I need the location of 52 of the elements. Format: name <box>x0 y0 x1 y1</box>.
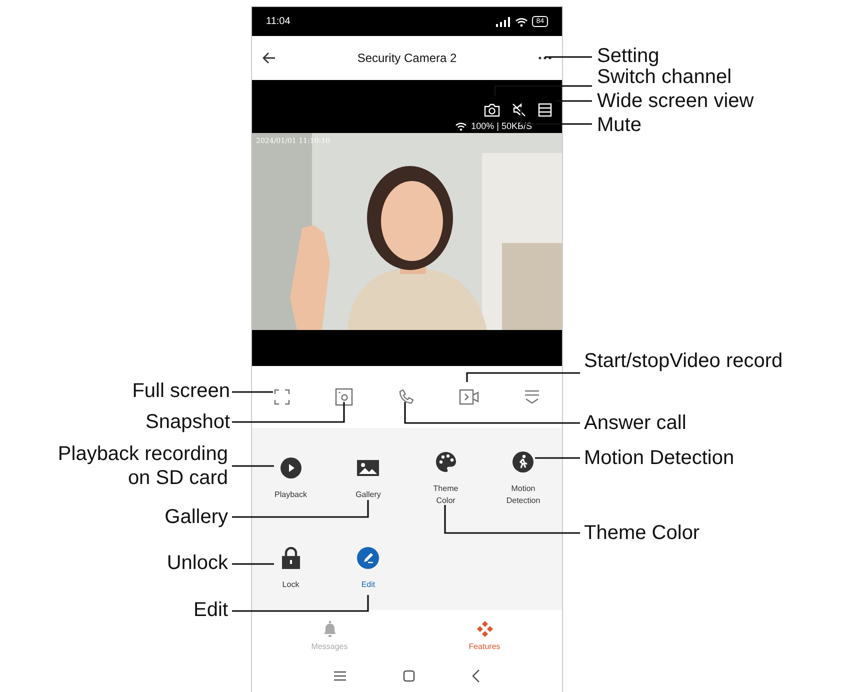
back-icon[interactable] <box>471 669 481 683</box>
leader-line <box>232 563 274 565</box>
collapse-icon[interactable] <box>524 390 540 404</box>
menu-icon[interactable] <box>333 670 347 682</box>
walking-person-icon[interactable] <box>512 451 534 473</box>
wifi-icon <box>515 16 528 26</box>
callout-label: Switch channel <box>597 66 732 89</box>
callout-label: Mute <box>597 113 642 137</box>
leader-line <box>232 465 274 467</box>
palette-icon[interactable] <box>434 451 457 473</box>
fullscreen-icon[interactable] <box>274 389 290 405</box>
screen-title: Security Camera 2 <box>357 51 457 65</box>
phone-icon[interactable] <box>398 389 414 405</box>
snapshot-icon[interactable] <box>335 388 354 406</box>
home-icon[interactable] <box>403 670 415 682</box>
wide-screen-icon[interactable] <box>538 103 552 117</box>
callout-label: Answer call <box>584 411 686 435</box>
callout-label: Motion Detection <box>584 446 734 470</box>
image-icon[interactable] <box>357 457 380 479</box>
callout-label: Edit <box>194 598 228 622</box>
callout-label: Playback recording on SD card <box>58 442 228 490</box>
pencil-icon[interactable] <box>357 547 380 569</box>
callout-label: Start/stopVideo record <box>584 349 783 373</box>
play-icon[interactable] <box>280 457 302 479</box>
video-record-icon[interactable] <box>458 389 479 405</box>
leader-line <box>555 100 592 102</box>
feature-label[interactable]: Playback <box>274 489 307 501</box>
diamonds-icon <box>476 620 494 638</box>
feature-label[interactable]: Edit <box>361 579 376 591</box>
tab-item[interactable]: Features <box>407 610 562 660</box>
clock-time: 11:04 <box>266 16 290 27</box>
callout-label: Gallery <box>164 505 228 529</box>
mute-icon[interactable] <box>512 103 526 117</box>
more-icon[interactable] <box>538 56 552 60</box>
signal-icon <box>495 16 512 26</box>
lock-icon[interactable] <box>280 547 302 569</box>
camera-icon[interactable] <box>484 103 500 117</box>
callout-label: Theme Color <box>584 521 700 545</box>
leader-line <box>535 457 580 459</box>
callout-label: Wide screen view <box>597 89 754 113</box>
feature-label[interactable]: Gallery <box>356 489 381 501</box>
callout-label: Unlock <box>166 551 228 575</box>
callout-label: Full screen <box>132 379 230 403</box>
feature-label[interactable]: Lock <box>282 579 300 591</box>
callout-label: Snapshot <box>145 410 230 434</box>
feature-label[interactable]: Theme Color <box>433 483 458 507</box>
leader-line <box>545 56 592 58</box>
wifi-icon <box>455 122 468 130</box>
leader-line <box>232 391 273 393</box>
feature-label[interactable]: Motion Detection <box>506 483 540 507</box>
back-arrow-icon[interactable] <box>262 52 276 64</box>
callout-label: Setting <box>597 44 660 68</box>
